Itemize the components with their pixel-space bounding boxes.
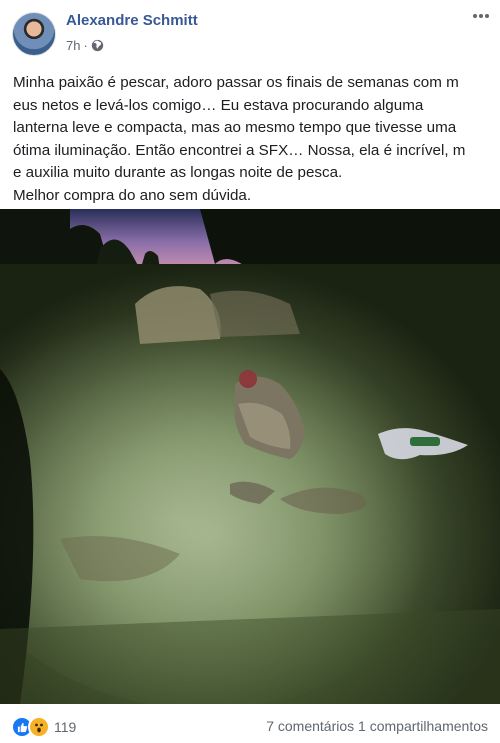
meta-separator: ·	[83, 38, 88, 53]
post-header: Alexandre Schmitt 7h ·	[0, 0, 500, 64]
post-time[interactable]: 7h	[66, 38, 80, 53]
reaction-count: 119	[54, 719, 77, 735]
engagement-summary: 7 comentários 1 compartilhamentos	[266, 718, 488, 734]
reactions-summary[interactable]: 119	[11, 716, 76, 738]
more-options-icon[interactable]	[472, 8, 490, 19]
author-avatar[interactable]	[12, 12, 56, 56]
post-text: Minha paixão é pescar, adoro passar os f…	[13, 74, 466, 204]
wow-icon	[28, 716, 50, 738]
author-name[interactable]: Alexandre Schmitt	[66, 12, 198, 29]
globe-icon[interactable]	[91, 39, 104, 52]
post-meta: 7h ·	[66, 38, 104, 53]
comments-count[interactable]: 7 comentários	[266, 718, 354, 734]
post-photo[interactable]	[0, 209, 500, 704]
post-footer: 119 7 comentários 1 compartilhamentos	[0, 704, 500, 743]
shares-count[interactable]: 1 compartilhamentos	[358, 718, 488, 734]
